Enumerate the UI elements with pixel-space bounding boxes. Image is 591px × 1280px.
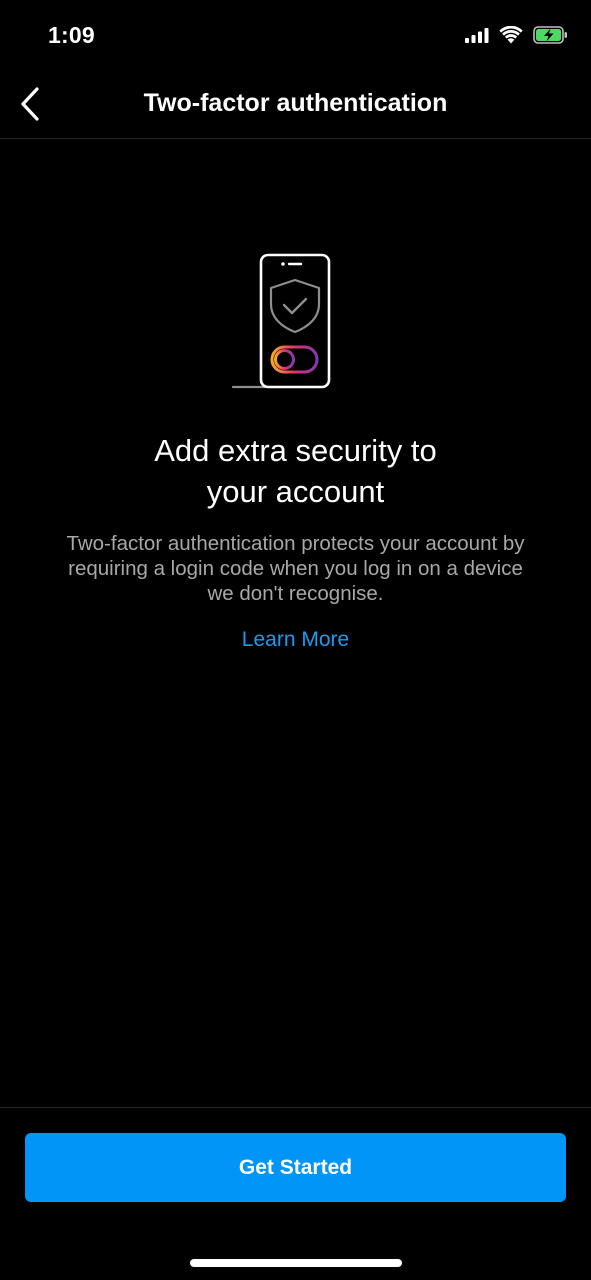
get-started-button[interactable]: Get Started <box>25 1133 566 1202</box>
status-time: 1:09 <box>48 22 95 48</box>
headline: Add extra security to your account <box>40 430 551 512</box>
page-title: Two-factor authentication <box>143 89 448 117</box>
phone-shield-check-icon <box>231 253 331 389</box>
description-line-1: Two-factor authentication protects your … <box>66 532 525 555</box>
battery-charging-icon <box>533 26 567 44</box>
headline-line-2: your account <box>206 474 385 509</box>
headline-line-1: Add extra security to <box>154 433 437 468</box>
learn-more-link[interactable]: Learn More <box>0 628 591 652</box>
description-line-3: we don't recognise. <box>207 582 384 605</box>
status-icons <box>465 26 569 44</box>
status-bar: 1:09 <box>0 0 591 72</box>
description-line-2: requiring a login code when you log in o… <box>68 557 523 580</box>
wifi-icon <box>499 26 523 44</box>
nav-bar: Two-factor authentication <box>0 72 591 139</box>
home-indicator <box>190 1259 402 1267</box>
security-illustration <box>230 252 334 392</box>
description: Two-factor authentication protects your … <box>28 531 563 606</box>
cellular-signal-icon <box>465 28 489 43</box>
footer-divider <box>0 1107 591 1108</box>
